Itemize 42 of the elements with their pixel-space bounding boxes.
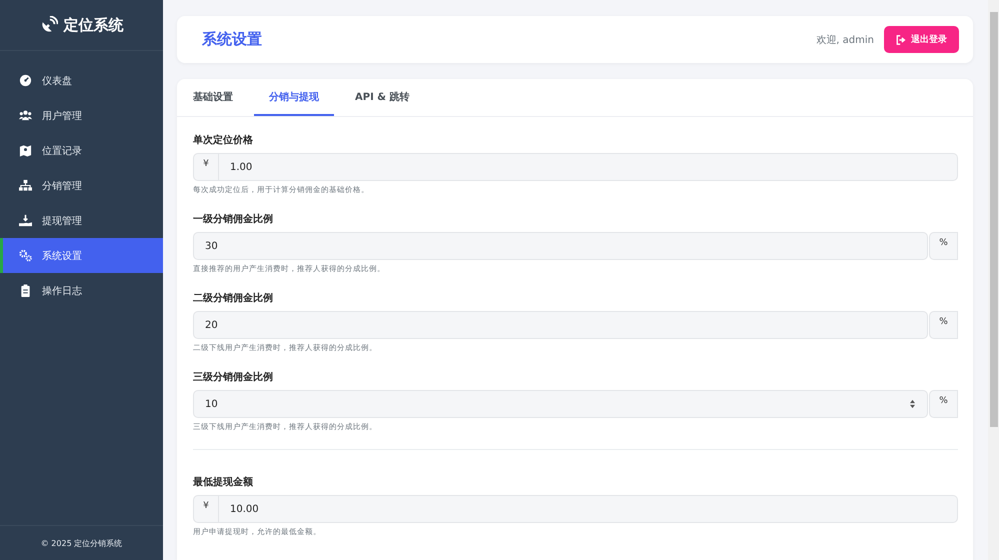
sitemap-icon [19,179,32,192]
logout-button[interactable]: 退出登录 [884,26,959,53]
satellite-dish-icon [40,16,58,34]
map-icon [19,144,32,157]
users-icon [19,109,32,122]
currency-addon: ¥ [193,153,219,181]
welcome-text: 欢迎, admin [816,34,874,46]
footer-copyright: © 2025 定位分销系统 [40,538,122,548]
spinner-icon[interactable] [909,399,916,409]
field-label: 单次定位价格 [193,133,254,147]
gears-icon [19,249,32,262]
sidebar-item[interactable]: 分销管理 [0,168,163,203]
percent-addon: % [929,232,958,260]
number-input[interactable]: 20 [193,311,928,339]
field-label: 一级分销佣金比例 [193,212,274,226]
sidebar-item[interactable]: 系统设置 [0,238,163,273]
tab[interactable]: API & 跳转 [344,79,420,116]
download-icon [19,214,32,227]
sidebar-item[interactable]: 提现管理 [0,203,163,238]
scrollbar[interactable] [988,0,999,560]
tab[interactable]: 分销与提现 [254,79,334,116]
gauge-icon [19,74,32,87]
number-input[interactable]: 30 [193,232,928,260]
sign-out-icon [896,34,906,44]
clipboard-icon [19,284,32,297]
sidebar-item[interactable]: 用户管理 [0,98,163,133]
percent-addon: % [929,390,958,418]
brand-title: 定位系统 [64,16,124,34]
scrollbar-thumb[interactable] [990,12,998,427]
number-input[interactable]: 10 [193,390,928,418]
sidebar-item[interactable]: 操作日志 [0,273,163,308]
number-input[interactable]: 10.00 [219,495,958,523]
tab[interactable]: 基础设置 [182,79,244,116]
percent-addon: % [929,311,958,339]
sidebar-item[interactable]: 位置记录 [0,133,163,168]
page-title: 系统设置 [202,30,262,49]
field-label: 最低提现金额 [193,475,254,489]
sidebar-item[interactable]: 仪表盘 [0,63,163,98]
number-input[interactable]: 1.00 [219,153,958,181]
currency-addon: ¥ [193,495,219,523]
field-label: 二级分销佣金比例 [193,292,274,305]
field-label: 三级分销佣金比例 [193,370,274,384]
